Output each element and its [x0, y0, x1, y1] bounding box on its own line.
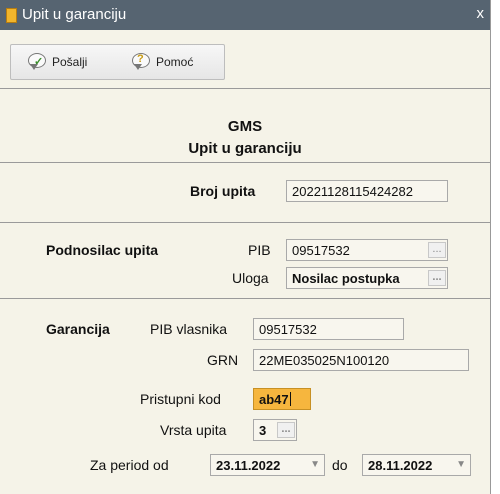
- pib-vlasnika-field[interactable]: 09517532: [253, 318, 404, 340]
- header-line1: GMS: [227, 118, 263, 135]
- send-button[interactable]: ✓ Pošalji: [27, 51, 87, 73]
- grn-label: GRN: [207, 352, 239, 368]
- period-to-field[interactable]: 28.11.2022 ▼: [362, 454, 471, 476]
- uloga-label: Uloga: [232, 270, 269, 286]
- broj-upita-label: Broj upita: [190, 183, 256, 199]
- period-from-value: 23.11.2022: [216, 458, 281, 473]
- divider: [0, 222, 490, 223]
- help-icon: ?: [131, 53, 151, 71]
- period-label: Za period od: [90, 457, 169, 473]
- vrsta-upita-field[interactable]: 3 ...: [253, 419, 297, 441]
- vrsta-upita-browse-button[interactable]: ...: [277, 422, 295, 438]
- podnosilac-section-label: Podnosilac upita: [46, 242, 159, 258]
- grn-field[interactable]: 22ME035025N100120: [253, 349, 469, 371]
- upit-window: Upit u garanciju x ✓ Pošalji ? Pomoć GMS…: [0, 0, 491, 494]
- help-button-label: Pomoć: [156, 55, 194, 69]
- pristupni-kod-value: ab47: [259, 392, 289, 407]
- pib-label: PIB: [248, 242, 271, 258]
- pib-vlasnika-label: PIB vlasnika: [150, 321, 228, 337]
- pristupni-kod-field[interactable]: ab47: [253, 388, 311, 410]
- send-button-label: Pošalji: [52, 55, 88, 69]
- send-icon: ✓: [27, 53, 47, 71]
- pib-field[interactable]: 09517532 ...: [286, 239, 448, 261]
- toolbar: ✓ Pošalji ? Pomoć: [10, 44, 225, 80]
- period-to-label: do: [332, 457, 348, 473]
- uloga-field[interactable]: Nosilac postupka ...: [286, 267, 448, 289]
- uloga-value: Nosilac postupka: [292, 271, 400, 286]
- help-button[interactable]: ? Pomoć: [131, 51, 193, 73]
- broj-upita-field[interactable]: 20221128115424282: [286, 180, 448, 202]
- title-bar: Upit u garanciju x: [0, 0, 490, 30]
- text-cursor: [289, 392, 291, 406]
- close-icon[interactable]: x: [477, 5, 485, 22]
- vrsta-upita-value: 3: [259, 423, 267, 438]
- app-icon: [6, 8, 17, 23]
- divider: [0, 298, 490, 299]
- chevron-down-icon[interactable]: ▼: [456, 459, 466, 470]
- period-from-field[interactable]: 23.11.2022 ▼: [210, 454, 325, 476]
- uloga-browse-button[interactable]: ...: [428, 270, 446, 286]
- divider: [0, 88, 490, 89]
- page-title: Upit u garanciju: [188, 140, 302, 157]
- period-to-value: 28.11.2022: [368, 458, 433, 473]
- pib-browse-button[interactable]: ...: [428, 242, 446, 258]
- chevron-down-icon[interactable]: ▼: [310, 459, 320, 470]
- vrsta-upita-label: Vrsta upita: [160, 422, 227, 438]
- pristupni-kod-label: Pristupni kod: [140, 391, 221, 407]
- divider: [0, 162, 490, 163]
- window-title: Upit u garanciju: [22, 6, 127, 23]
- pib-value: 09517532: [292, 243, 350, 258]
- garancija-section-label: Garancija: [46, 321, 110, 337]
